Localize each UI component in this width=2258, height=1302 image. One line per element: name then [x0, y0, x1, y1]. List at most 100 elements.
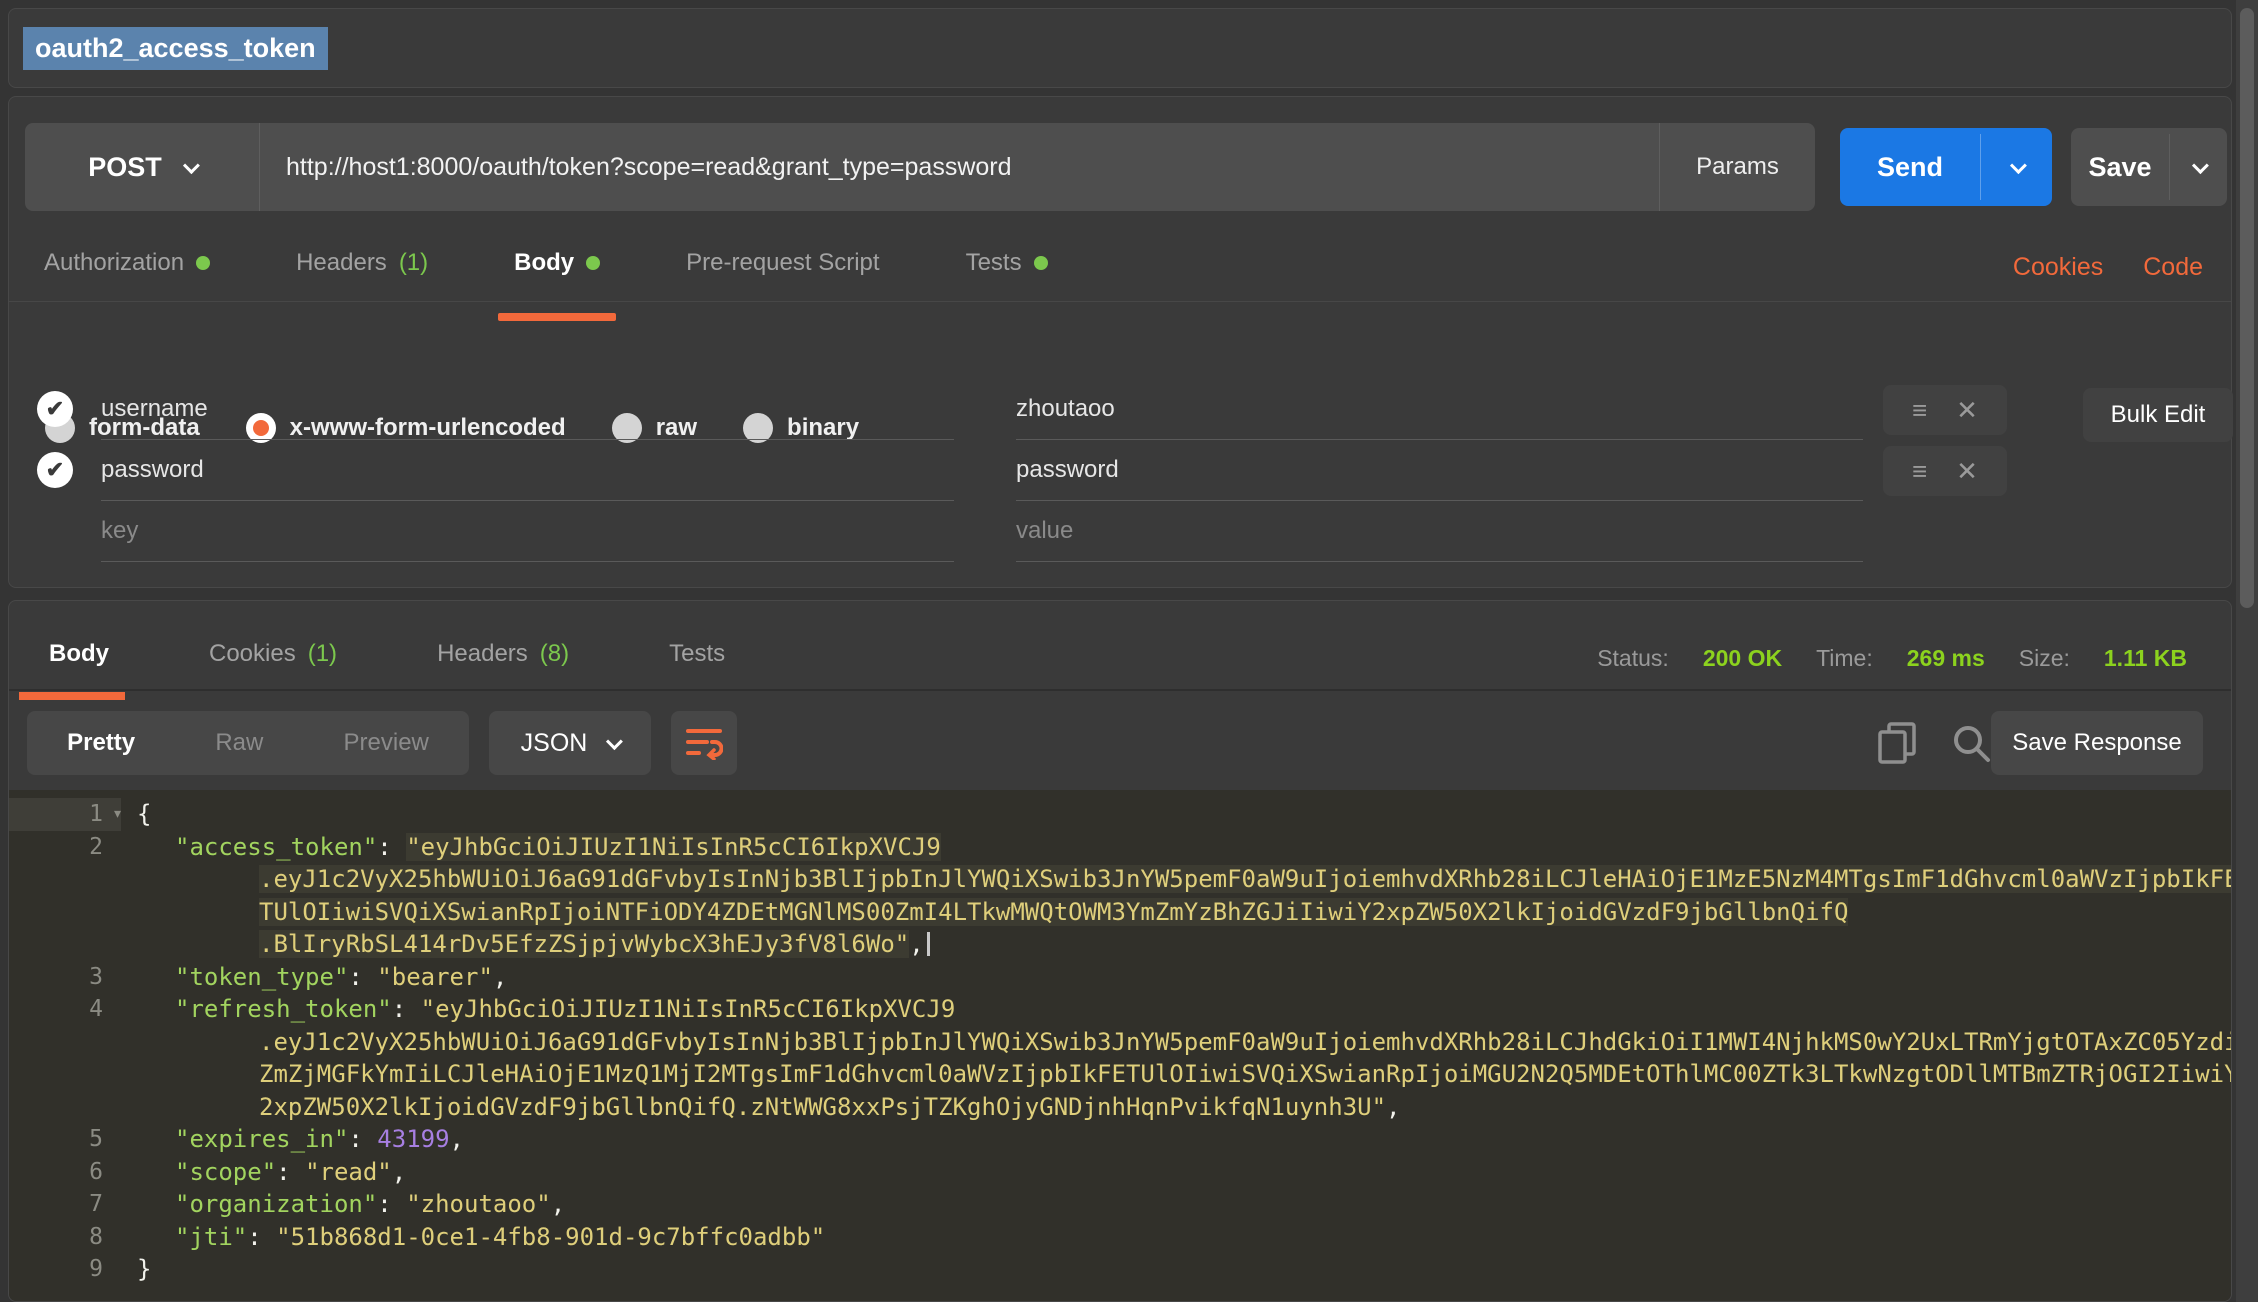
delete-row-icon[interactable]: ✕ — [1956, 397, 1978, 423]
code-line: 5"expires_in": 43199, — [9, 1123, 2232, 1156]
response-tab-cookies[interactable]: Cookies(1) — [209, 640, 337, 668]
tab-pre-request-script[interactable]: Pre-request Script — [686, 249, 879, 281]
tab-label: Headers — [437, 640, 528, 668]
code-line: 2xpZW50X2lkIjoidGVzdF9jbGllbnQifQ.zNtWWG… — [9, 1091, 2232, 1124]
code-text: "expires_in": 43199, — [121, 1123, 2232, 1156]
request-tab-strip: oauth2_access_token — [8, 8, 2232, 88]
size-value: 1.11 KB — [2104, 645, 2187, 672]
code-text: "jti": "51b868d1-0ce1-4fb8-901d-9c7bffc0… — [121, 1221, 2232, 1254]
send-options-dropdown[interactable] — [1981, 128, 2052, 206]
copy-response-button[interactable] — [1871, 717, 1923, 769]
json-value: "read" — [305, 1158, 392, 1186]
tab-label: Tests — [669, 640, 725, 668]
code-line: TUlOIiwiSVQiXSwianRpIjoiNTFiODY4ZDEtMGNl… — [9, 896, 2232, 929]
json-key: "jti" — [175, 1223, 247, 1251]
code-link[interactable]: Code — [2143, 253, 2203, 282]
code-text: "scope": "read", — [121, 1156, 2232, 1189]
line-number — [9, 1026, 121, 1059]
delete-row-icon[interactable]: ✕ — [1956, 458, 1978, 484]
tab-tests[interactable]: Tests — [966, 249, 1048, 281]
cookies-link[interactable]: Cookies — [2013, 253, 2103, 282]
code-line: ZmZjMGFkYmIiLCJleHAiOjE1MzQ1MjI2MTgsImF1… — [9, 1058, 2232, 1091]
value-field[interactable]: zhoutaoo — [1016, 379, 1863, 440]
code-text: "refresh_token": "eyJhbGciOiJIUzI1NiIsIn… — [121, 993, 2232, 1026]
request-tab-title[interactable]: oauth2_access_token — [23, 27, 328, 70]
code-line: 7"organization": "zhoutaoo", — [9, 1188, 2232, 1221]
bulk-edit-button[interactable]: Bulk Edit — [2083, 388, 2233, 442]
json-value: : — [348, 963, 377, 991]
params-button[interactable]: Params — [1659, 123, 1815, 211]
value-field[interactable]: value — [1016, 501, 1863, 562]
method-dropdown[interactable]: POST — [25, 123, 259, 211]
json-value: 43199 — [377, 1125, 449, 1153]
code-line: .eyJ1c2VyX25hbWUiOiJ6aG91dGFvbyIsInNjb3B… — [9, 1026, 2232, 1059]
status-label: Status: — [1597, 645, 1669, 672]
code-line: 1▾{ — [9, 798, 2232, 831]
code-line: 9} — [9, 1253, 2232, 1286]
code-line: 4"refresh_token": "eyJhbGciOiJIUzI1NiIsI… — [9, 993, 2232, 1026]
tab-headers[interactable]: Headers(1) — [296, 249, 428, 281]
save-button[interactable]: Save — [2071, 128, 2227, 206]
view-mode-preview[interactable]: Preview — [344, 729, 429, 757]
response-tab-body[interactable]: Body — [49, 640, 109, 668]
postman-app: oauth2_access_token POST http://host1:80… — [0, 0, 2258, 1302]
green-dot-icon — [1034, 256, 1048, 270]
json-value: .BlIryRbSL414rDv5EfzZSjpjvWybcX3hEJy3fV8… — [259, 930, 909, 958]
request-tabs: Authorization Headers(1) Body Pre-request S… — [44, 249, 1048, 281]
view-mode-raw[interactable]: Raw — [215, 729, 263, 757]
green-dot-icon — [196, 256, 210, 270]
chevron-down-icon — [2191, 157, 2208, 174]
save-options-dropdown[interactable] — [2170, 128, 2227, 206]
response-body-code[interactable]: 1▾{2"access_token": "eyJhbGciOiJIUzI1NiI… — [9, 790, 2232, 1302]
line-number: 7 — [9, 1188, 121, 1221]
json-key: "refresh_token" — [175, 995, 392, 1023]
key-field[interactable]: username — [101, 379, 954, 440]
request-builder: POST http://host1:8000/oauth/token?scope… — [8, 96, 2232, 588]
response-tab-headers[interactable]: Headers(8) — [437, 640, 569, 668]
code-line: 3"token_type": "bearer", — [9, 961, 2232, 994]
fold-caret-icon[interactable]: ▾ — [112, 798, 123, 831]
tab-label: Pre-request Script — [686, 249, 879, 277]
divider — [9, 689, 2232, 691]
drag-handle-icon[interactable]: ≡ — [1912, 397, 1927, 423]
wrap-text-button[interactable] — [671, 711, 737, 775]
line-number — [9, 928, 121, 961]
search-response-button[interactable] — [1945, 717, 1997, 769]
row-controls: ≡✕ — [1883, 446, 2007, 496]
json-value: , — [450, 1125, 464, 1153]
format-dropdown[interactable]: JSON — [489, 711, 651, 775]
view-mode-pretty[interactable]: Pretty — [67, 729, 135, 757]
code-text: .eyJ1c2VyX25hbWUiOiJ6aG91dGFvbyIsInNjb3B… — [121, 1026, 2232, 1059]
save-response-button[interactable]: Save Response — [1991, 711, 2203, 775]
tab-body[interactable]: Body — [514, 249, 600, 281]
scrollbar-thumb[interactable] — [2240, 8, 2254, 608]
json-value: ZmZjMGFkYmIiLCJleHAiOjE1MzQ1MjI2MTgsImF1… — [259, 1060, 2232, 1088]
chevron-down-icon — [2009, 157, 2026, 174]
tab-authorization[interactable]: Authorization — [44, 249, 210, 281]
json-value: "eyJhbGciOiJIUzI1NiIsInR5cCI6IkpXVCJ9 — [421, 995, 956, 1023]
json-key: "organization" — [175, 1190, 377, 1218]
json-key: "access_token" — [175, 833, 377, 861]
code-line: .eyJ1c2VyX25hbWUiOiJ6aG91dGFvbyIsInNjb3B… — [9, 863, 2232, 896]
page-scrollbar[interactable] — [2236, 0, 2258, 1302]
time-value: 269 ms — [1907, 645, 1985, 672]
drag-handle-icon[interactable]: ≡ — [1912, 458, 1927, 484]
response-view-modes: Pretty Raw Preview — [27, 711, 469, 775]
key-field[interactable]: key — [101, 501, 954, 562]
code-line: 8"jti": "51b868d1-0ce1-4fb8-901d-9c7bffc… — [9, 1221, 2232, 1254]
code-text: .eyJ1c2VyX25hbWUiOiJ6aG91dGFvbyIsInNjb3B… — [121, 863, 2232, 896]
send-button[interactable]: Send — [1840, 128, 2052, 206]
value-field[interactable]: password — [1016, 440, 1863, 501]
table-row: key value — [9, 501, 2233, 562]
checkbox-checked-icon[interactable]: ✔ — [37, 452, 73, 488]
response-tab-tests[interactable]: Tests — [669, 640, 725, 668]
method-label: POST — [88, 152, 162, 183]
url-input[interactable]: http://host1:8000/oauth/token?scope=read… — [260, 153, 1659, 182]
code-text: 2xpZW50X2lkIjoidGVzdF9jbGllbnQifQ.zNtWWG… — [121, 1091, 2232, 1124]
checkbox-checked-icon[interactable]: ✔ — [37, 391, 73, 427]
send-label: Send — [1840, 128, 1980, 206]
tab-label: Body — [49, 640, 109, 668]
json-key: "expires_in" — [175, 1125, 348, 1153]
code-line: 6"scope": "read", — [9, 1156, 2232, 1189]
key-field[interactable]: password — [101, 440, 954, 501]
